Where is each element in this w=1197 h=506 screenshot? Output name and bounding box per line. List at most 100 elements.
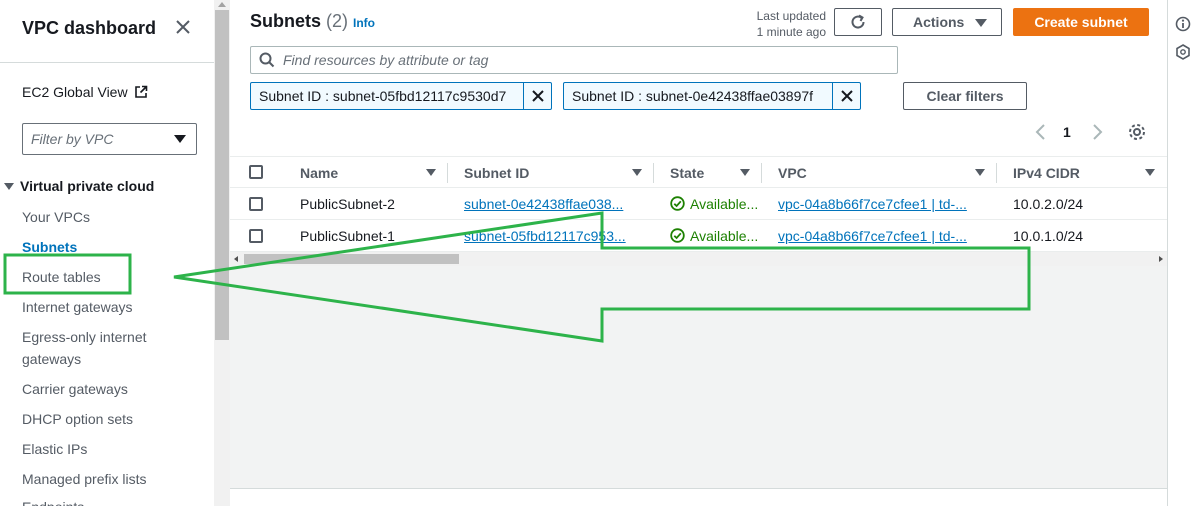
subnet-count: (2) [326,11,349,31]
scroll-up-arrow-icon[interactable] [218,2,226,7]
select-all-checkbox[interactable] [249,165,263,179]
page-title: Subnets (2) [250,11,348,32]
last-updated-label: Last updated [756,9,826,23]
remove-filter-button[interactable] [832,83,860,109]
column-header-label: Subnet ID [464,164,530,181]
refresh-icon [851,14,865,29]
sidebar-item-dhcp-option-sets[interactable]: DHCP option sets [22,408,133,430]
column-header-subnet-id[interactable]: Subnet ID [448,157,654,188]
table-header: Name Subnet ID State VPC IPv4 CIDR [230,156,1167,188]
status-text: Available... [690,227,759,244]
remove-filter-button[interactable] [523,83,551,109]
filter-token-label: Subnet ID : subnet-0e42438ffae03897f [572,88,814,104]
sidebar-title: VPC dashboard [22,18,157,38]
vpc-filter-select[interactable]: Filter by VPC [22,123,197,155]
close-icon [531,90,544,102]
expand-triangle-icon [4,182,14,190]
sidebar-item-your-vpcs[interactable]: Your VPCs [22,206,90,228]
column-header-state[interactable]: State [654,157,762,188]
sort-caret-icon [975,169,985,176]
sidebar-item-elastic-ips[interactable]: Elastic IPs [22,438,87,460]
sidebar-navigation: VPC dashboard EC2 Global View Filter by … [0,0,214,506]
table-row[interactable]: PublicSubnet-2 subnet-0e42438ffae038... … [230,188,1167,220]
actions-dropdown[interactable]: Actions [892,8,1002,36]
scroll-left-arrow-icon[interactable] [234,256,238,262]
filter-token-subnet-1: Subnet ID : subnet-05fbd12117c9530d7 [250,82,552,110]
sort-caret-icon [1145,169,1155,176]
status-success-icon [670,228,685,243]
cell-ipv4-cidr: 10.0.1.0/24 [1013,227,1084,244]
sidebar-item-route-tables[interactable]: Route tables [22,266,101,288]
sidebar-item-managed-prefix-lists[interactable]: Managed prefix lists [22,468,147,490]
column-header-label: IPv4 CIDR [1013,164,1080,181]
refresh-button[interactable] [834,8,882,36]
cell-ipv4-cidr: 10.0.2.0/24 [1013,195,1084,212]
vpc-filter-placeholder: Filter by VPC [31,131,114,147]
filter-token-label: Subnet ID : subnet-05fbd12117c9530d7 [259,88,507,104]
last-updated-time: 1 minute ago [756,25,826,39]
table-row[interactable]: PublicSubnet-1 subnet-05fbd12117c953... … [230,220,1167,252]
column-header-vpc[interactable]: VPC [762,157,997,188]
sidebar-item-carrier-gateways[interactable]: Carrier gateways [22,378,128,400]
column-header-name[interactable]: Name [284,157,448,188]
close-icon [840,90,853,102]
filter-token-subnet-2: Subnet ID : subnet-0e42438ffae03897f [563,82,861,110]
vpc-console: VPC dashboard EC2 Global View Filter by … [0,0,1197,506]
chevron-right-icon[interactable] [1090,123,1104,141]
page-title-text: Subnets [250,11,322,31]
sidebar-divider [0,62,214,63]
sidebar-item-endpoints[interactable]: Endpoints [22,496,84,506]
column-header-label: Name [300,164,339,181]
cell-subnet-id-link[interactable]: subnet-0e42438ffae038... [464,188,640,219]
search-placeholder: Find resources by attribute or tag [283,52,489,68]
gear-icon[interactable] [1127,122,1147,142]
sort-caret-icon [740,169,750,176]
horizontal-scrollbar-thumb[interactable] [244,254,459,264]
info-circle-icon[interactable] [1175,16,1191,32]
caret-down-icon [975,19,987,27]
table-horizontal-scrollbar[interactable] [230,252,1167,266]
clear-filters-button[interactable]: Clear filters [903,82,1027,110]
row-checkbox[interactable] [249,229,263,243]
sidebar-item-egress-only-internet-gateways[interactable]: Egress-only internet [22,326,147,348]
last-updated: Last updated 1 minute ago [750,8,826,40]
cell-state: Available... [670,188,762,219]
cell-state: Available... [670,220,762,251]
column-header-label: VPC [778,164,807,181]
status-text: Available... [690,195,759,212]
caret-down-icon [174,135,186,143]
sort-caret-icon [426,169,436,176]
section-virtual-private-cloud[interactable]: Virtual private cloud [4,178,154,194]
close-icon[interactable] [174,18,194,38]
column-header-ipv4-cidr[interactable]: IPv4 CIDR [997,157,1167,188]
chevron-left-icon[interactable] [1034,123,1048,141]
subnets-table-panel: Subnets (2) Info Last updated 1 minute a… [230,0,1167,266]
sidebar-scrollbar-thumb[interactable] [215,10,229,340]
column-header-label: State [670,164,705,181]
hexagon-icon[interactable] [1175,44,1191,60]
sidebar-item-egress-only-internet-gateways-line2[interactable]: gateways [22,348,81,370]
ec2-global-view-label: EC2 Global View [22,84,128,100]
external-link-icon [134,85,147,98]
right-utility-rail [1167,0,1197,506]
sort-caret-icon [632,169,642,176]
cell-vpc-link[interactable]: vpc-04a8b66f7ce7cfee1 | td-... [778,188,983,219]
current-page-number[interactable]: 1 [1063,124,1071,140]
status-success-icon [670,196,685,211]
search-icon [259,52,275,68]
sidebar-item-internet-gateways[interactable]: Internet gateways [22,296,133,318]
cell-vpc-link[interactable]: vpc-04a8b66f7ce7cfee1 | td-... [778,220,983,251]
sidebar-item-subnets[interactable]: Subnets [22,236,77,258]
create-subnet-button[interactable]: Create subnet [1013,8,1149,36]
cell-subnet-id-link[interactable]: subnet-05fbd12117c953... [464,220,640,251]
search-input[interactable]: Find resources by attribute or tag [250,46,898,74]
row-checkbox[interactable] [249,197,263,211]
split-panel-bar [230,488,1167,506]
main-content: Subnets (2) Info Last updated 1 minute a… [230,0,1167,506]
scroll-right-arrow-icon[interactable] [1159,256,1163,262]
cell-name: PublicSubnet-2 [300,195,395,212]
info-link[interactable]: Info [353,16,375,30]
cell-name: PublicSubnet-1 [300,227,395,244]
ec2-global-view-link[interactable]: EC2 Global View [22,84,148,100]
section-label: Virtual private cloud [20,178,155,194]
